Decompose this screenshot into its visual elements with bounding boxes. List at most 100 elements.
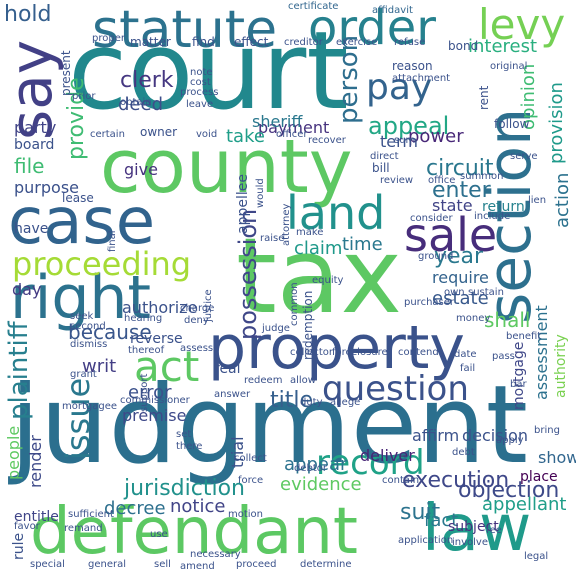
word-bring: bring: [534, 425, 560, 436]
word-recover: recover: [308, 135, 346, 146]
word-summon: summon: [460, 171, 504, 182]
word-money: money: [456, 313, 491, 324]
word-provision: provision: [546, 82, 567, 164]
word-show: show: [538, 448, 576, 467]
word-require: require: [432, 268, 489, 287]
word-mortgagee: mortgagee: [62, 401, 118, 412]
word-purchaser: purchaser: [404, 297, 455, 308]
word-commissioner: commissioner: [120, 395, 190, 406]
word-rent: rent: [477, 85, 491, 110]
word-present: present: [59, 50, 73, 96]
word-creditor: creditor: [284, 37, 323, 48]
word-party: party: [14, 118, 57, 137]
word-apply: apply: [496, 435, 524, 446]
word-sum: sum: [394, 135, 416, 146]
word-force: force: [238, 475, 264, 486]
word-original: original: [490, 61, 528, 72]
word-bill: bill: [372, 161, 390, 175]
word-amend: amend: [180, 561, 215, 572]
word-remand: remand: [64, 523, 103, 534]
word-sustain: sustain: [468, 287, 504, 298]
word-would: would: [255, 178, 266, 208]
word-justice: justice: [203, 289, 214, 322]
word-serve: serve: [510, 151, 538, 162]
word-reverse: reverse: [130, 331, 183, 347]
word-fail: fail: [460, 363, 476, 374]
word-assess: assess: [180, 343, 214, 354]
word-duty: duty: [300, 397, 323, 408]
word-leave: leave: [186, 99, 214, 110]
word-interest: interest: [468, 36, 538, 57]
word-lease: lease: [62, 191, 94, 205]
word-legal: legal: [524, 551, 549, 562]
word-have: have: [14, 221, 49, 237]
word-plaintiff: plaintiff: [4, 321, 34, 420]
word-raise: raise: [260, 233, 285, 244]
word-prior: prior: [72, 91, 96, 102]
word-proceeding: proceeding: [12, 245, 192, 283]
word-date: date: [454, 349, 477, 360]
word-appellee: appellee: [235, 174, 251, 234]
word-lien: lien: [528, 195, 547, 206]
word-hold: hold: [4, 2, 52, 27]
word-follow: follow: [494, 117, 530, 131]
word-dismiss: dismiss: [70, 339, 108, 350]
word-sell: sell: [154, 559, 171, 570]
word-attachment: attachment: [392, 73, 451, 84]
word-sufficient: sufficient: [68, 509, 114, 520]
word-affidavit: affidavit: [372, 5, 413, 16]
word-judge: judge: [262, 323, 290, 334]
word-render: render: [26, 435, 45, 488]
word-premise: premise: [122, 406, 187, 425]
word-state: state: [432, 196, 473, 215]
word-officer: officer: [276, 129, 308, 140]
word-proceed: proceed: [236, 559, 277, 570]
word-proper: proper: [92, 33, 125, 44]
word-final: final: [107, 230, 118, 252]
word-person: person: [334, 34, 364, 124]
word-board: board: [14, 137, 55, 153]
word-motion: motion: [228, 509, 264, 520]
word-grant: grant: [70, 369, 97, 380]
word-notice: notice: [170, 496, 226, 517]
word-determine: determine: [300, 559, 352, 570]
word-use: use: [150, 529, 168, 540]
word-second: second: [70, 321, 106, 332]
word-certain: certain: [90, 129, 125, 140]
word-clerk: clerk: [120, 68, 174, 93]
word-foreclosure: foreclosure: [332, 347, 388, 358]
word-office: office: [428, 175, 456, 186]
word-debtor: debtor: [294, 463, 327, 474]
word-shall: shall: [484, 308, 531, 332]
word-review: review: [380, 175, 414, 186]
word-effect: effect: [234, 35, 269, 49]
word-allege: allege: [330, 397, 361, 408]
word-make: make: [296, 227, 324, 238]
word-process: process: [180, 87, 219, 98]
word-thereof: thereof: [128, 345, 165, 356]
word-matter: matter: [130, 35, 171, 49]
word-action: action: [552, 172, 573, 228]
word-exercise: exercise: [336, 37, 378, 48]
word-consider: consider: [410, 213, 453, 224]
word-deliver: deliver: [360, 446, 415, 465]
word-set: set: [176, 429, 192, 440]
word-fee: fee: [486, 525, 502, 536]
word-give: give: [124, 160, 158, 179]
word-ground: ground: [418, 251, 454, 262]
word-general: general: [88, 559, 127, 570]
word-hearing: hearing: [124, 313, 163, 324]
word-debt: debt: [452, 447, 475, 458]
word-file: file: [14, 154, 45, 178]
word-sheriff: sheriff: [252, 112, 303, 131]
word-bar: bar: [510, 379, 527, 390]
word-claim: claim: [294, 238, 343, 259]
word-pass: pass: [492, 351, 515, 362]
word-certificate: certificate: [288, 1, 339, 12]
word-reason: reason: [392, 59, 433, 73]
word-rule: rule: [11, 532, 27, 560]
word-collect: collect: [234, 453, 267, 464]
word-there: there: [176, 441, 203, 452]
word-appellant: appellant: [482, 494, 567, 515]
word-collector: collector: [290, 347, 333, 358]
